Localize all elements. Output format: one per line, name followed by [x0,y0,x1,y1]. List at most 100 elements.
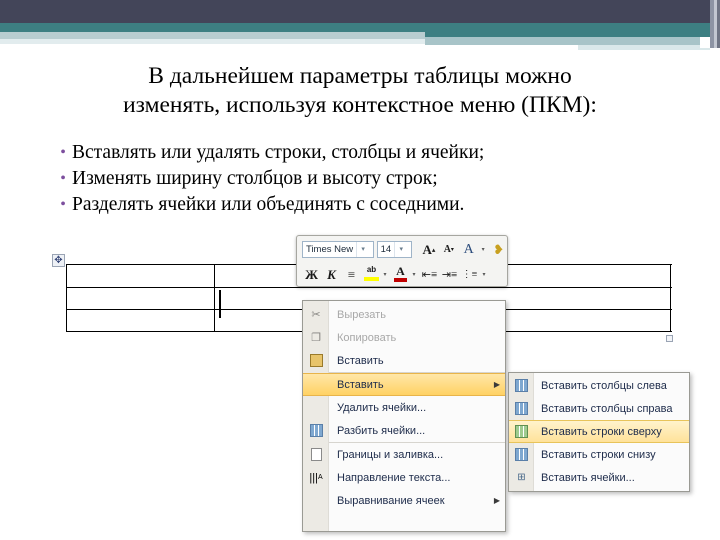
menu-item-cut[interactable]: ✂ Вырезать [303,303,505,326]
insert-cells-icon: ⊞ [517,472,526,483]
table-row-border [66,287,672,289]
header-faint-band-left [0,39,425,44]
shrink-font-icon[interactable]: A ▾ [439,240,458,259]
menu-item-label: Выравнивание ячеек [337,494,445,507]
chevron-down-icon[interactable]: ▾ [356,242,369,257]
insert-columns-right-icon [509,402,534,415]
submenu-arrow-icon: ▶ [493,380,501,389]
menu-item-label: Копировать [337,331,397,344]
text-direction-icon: ||| A [309,471,323,484]
text-caret [219,290,221,318]
header-pale-band-left [0,32,425,39]
menu-item-label: Границы и заливка... [337,448,444,461]
chevron-down-icon[interactable]: ▾ [410,265,418,284]
submenu-item-label: Вставить столбцы слева [541,379,667,392]
menu-item-clipped[interactable] [303,512,505,522]
clear-formatting-icon[interactable]: A [459,240,478,259]
title-line-1: В дальнейшем параметры таблицы можно [148,63,572,89]
list-item: • Разделять ячейки или объединять с сосе… [44,192,684,218]
menu-item-label: Удалить ячейки... [337,401,427,414]
list-item: • Изменять ширину столбцов и высоту стро… [44,166,684,192]
insert-rows-above-icon [509,425,534,438]
decrease-indent-icon[interactable]: ⇤≡ [420,265,439,284]
header-dark-band [0,0,710,23]
bullets-icon[interactable]: ⋮≡ [460,265,479,284]
font-name-value: Times New [306,244,354,255]
highlight-glyph: ab [366,265,377,274]
font-color-glyph: A [396,264,405,278]
menu-item-cell-alignment[interactable]: Выравнивание ячеек ▶ [303,489,505,512]
menu-item-label: Направление текста... [337,471,451,484]
submenu-item-label: Вставить строки сверху [541,425,662,438]
chevron-down-icon[interactable]: ▾ [381,265,389,284]
submenu-items: Вставить столбцы слева Вставить столбцы … [509,373,689,489]
font-color-swatch [394,278,407,282]
table-resize-handle[interactable] [666,335,673,342]
list-item-label: Изменять ширину столбцов и высоту строк; [72,168,438,189]
submenu-item-insert-rows-below[interactable]: Вставить строки снизу [509,443,689,466]
table-col-border [66,264,68,332]
submenu-item-insert-cells[interactable]: ⊞ Вставить ячейки... [509,466,689,489]
header-notch [700,37,710,48]
font-size-value: 14 [380,244,392,255]
slide-canvas: В дальнейшем параметры таблицы можно изм… [0,0,720,540]
submenu-arrow-icon: ▶ [493,496,501,505]
menu-item-text-direction[interactable]: ||| A Направление текста... [303,466,505,489]
list-item-label: Вставлять или удалять строки, столбцы и … [72,142,485,163]
paste-icon [303,354,329,367]
submenu-item-label: Вставить строки снизу [541,448,656,461]
format-painter-icon[interactable]: ❥ [489,240,508,259]
mini-toolbar-row-2: Ж K ≡ ab ▾ A ▾ ⇤≡ ⇥≡ ⋮≡ ▾ [297,262,509,287]
font-name-combo[interactable]: Times New ▾ [302,241,374,258]
italic-icon[interactable]: K [322,265,341,284]
header-teal-band-right [425,23,710,37]
menu-item-insert[interactable]: Вставить ▶ [303,373,505,396]
submenu-item-label: Вставить столбцы справа [541,402,673,415]
table-col-border [214,264,216,332]
menu-item-label: Разбить ячейки... [337,424,426,437]
submenu-item-insert-rows-above[interactable]: Вставить строки сверху [509,420,689,443]
page-title: В дальнейшем параметры таблицы можно изм… [30,62,690,120]
menu-item-borders-shading[interactable]: Границы и заливка... [303,443,505,466]
chevron-down-icon[interactable]: ▾ [394,242,407,257]
bullet-marker-icon: • [60,170,66,187]
menu-item-copy[interactable]: ❐ Копировать [303,326,505,349]
header-pale-band-right [425,37,710,45]
menu-item-delete-cells[interactable]: Удалить ячейки... [303,396,505,419]
table-move-handle[interactable]: ✥ [52,254,65,267]
bold-icon[interactable]: Ж [302,265,321,284]
font-size-combo[interactable]: 14 ▾ [376,241,413,258]
chevron-down-icon[interactable]: ▾ [480,265,488,284]
submenu-item-insert-columns-right[interactable]: Вставить столбцы справа [509,397,689,420]
menu-item-paste[interactable]: Вставить [303,349,505,372]
mini-formatting-toolbar: Times New ▾ 14 ▾ A ▴ A ▾ A ▾ ❥ Ж K ≡ ab ▾ [296,235,508,287]
split-cells-icon [303,424,329,437]
header-faint-band-right [578,45,710,50]
scissors-icon: ✂ [311,309,321,321]
grow-font-icon[interactable]: A ▴ [419,240,438,259]
header-teal-band-left [0,23,425,32]
mini-toolbar-row-1: Times New ▾ 14 ▾ A ▴ A ▾ A ▾ ❥ [297,237,509,262]
context-menu-items: ✂ Вырезать ❐ Копировать Вставить Вставит… [303,301,505,522]
menu-item-label: Вставить [337,354,384,367]
menu-item-split-cells[interactable]: Разбить ячейки... [303,419,505,442]
insert-columns-left-icon [509,379,534,392]
copy-icon: ❐ [311,332,321,344]
increase-indent-icon[interactable]: ⇥≡ [440,265,459,284]
list-item-label: Разделять ячейки или объединять с соседн… [72,194,465,215]
title-line-2: изменять, используя контекстное меню (ПК… [123,92,597,118]
menu-item-label: Вставить [337,378,384,391]
chevron-down-icon[interactable]: ▾ [479,240,487,259]
highlight-swatch [364,277,379,281]
menu-item-label: Вырезать [337,308,386,321]
submenu-item-insert-columns-left[interactable]: Вставить столбцы слева [509,374,689,397]
center-align-icon[interactable]: ≡ [342,265,361,284]
bullet-list: • Вставлять или удалять строки, столбцы … [44,140,684,218]
bullet-marker-icon: • [60,196,66,213]
highlight-color-icon[interactable]: ab [362,265,381,284]
bullet-marker-icon: • [60,144,66,161]
borders-shading-icon [303,448,329,461]
font-color-icon[interactable]: A [391,265,410,284]
table-col-border [670,264,672,332]
context-menu: ✂ Вырезать ❐ Копировать Вставить Вставит… [302,300,506,532]
